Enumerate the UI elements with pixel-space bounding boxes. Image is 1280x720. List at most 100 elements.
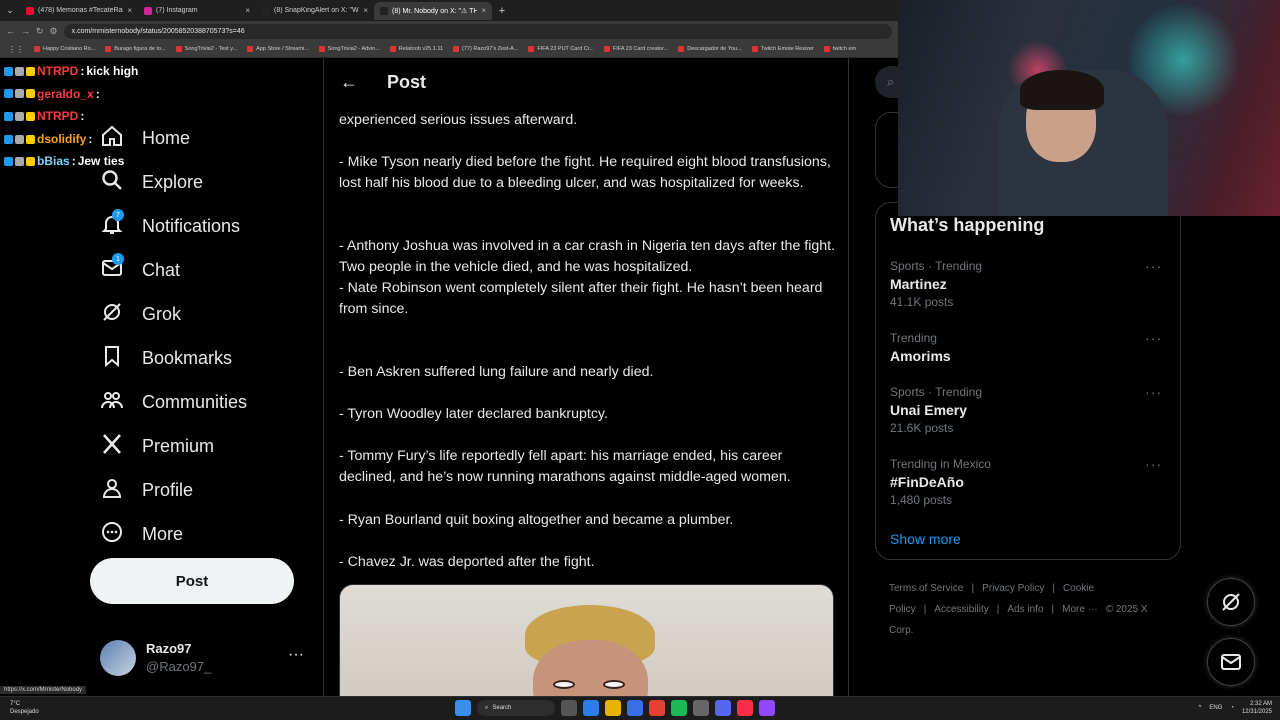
nav-item-communities[interactable]: Communities — [100, 380, 247, 424]
footer-link[interactable]: Terms of Service — [889, 583, 963, 594]
nav-item-chat[interactable]: 1 Chat — [100, 248, 247, 292]
nav-item-profile[interactable]: Profile — [100, 468, 247, 512]
bookmark-label: SongTrivia2 - Test y... — [184, 46, 238, 52]
account-handle: @Razo97_ — [146, 659, 212, 674]
apps-grid-icon[interactable]: ⋮⋮ — [8, 45, 24, 54]
back-arrow-icon[interactable]: ← — [340, 72, 358, 93]
account-more-icon[interactable]: ··· — [288, 646, 304, 664]
footer-link[interactable]: Accessibility — [934, 604, 988, 615]
clock[interactable]: 2:32 AM 12/31/2025 — [1242, 700, 1272, 716]
trend-more-icon[interactable]: ··· — [1145, 257, 1162, 275]
trend-more-icon[interactable]: ··· — [1145, 383, 1162, 401]
trend-item[interactable]: Sports · Trending Martinez 41.1K posts ··· — [890, 257, 1170, 311]
weather-widget[interactable]: 7°C Despejado — [10, 700, 39, 716]
bookmark-label: Burago figura de to... — [114, 46, 166, 52]
tab-list-menu-icon[interactable]: ⌄ — [0, 5, 20, 16]
bookmark-label: Relatoob v25.1.11 — [398, 46, 444, 52]
obs-icon[interactable] — [693, 700, 709, 716]
bookmark-item[interactable]: SongTrivia2 - Test y... — [175, 46, 238, 52]
bookmark-item[interactable]: Happy Cristiano Ro... — [34, 46, 95, 52]
language-indicator[interactable]: ENG — [1209, 705, 1222, 711]
chat-separator: : — [71, 154, 76, 169]
edge-icon[interactable] — [583, 700, 599, 716]
chat-badge-icon — [4, 89, 13, 99]
account-switcher[interactable]: Razo97 @Razo97_ ··· — [100, 638, 310, 678]
messages-fab-button[interactable] — [1207, 638, 1255, 686]
chat-badge-icon — [15, 89, 24, 99]
tab-close-icon[interactable]: × — [127, 6, 132, 15]
grok-fab-button[interactable] — [1207, 578, 1255, 626]
bookmark-item[interactable]: (77) Razo97's Zest-A... — [453, 46, 518, 52]
bookmark-item[interactable]: Twitch Emote Resizer — [751, 46, 814, 52]
tab-close-icon[interactable]: × — [481, 6, 486, 15]
bookmark-item[interactable]: App Store / Streami... — [247, 46, 309, 52]
trend-more-icon[interactable]: ··· — [1145, 455, 1162, 473]
browser-tab[interactable]: (478) Memorias #TecateRalNot × — [20, 2, 138, 20]
spotify-icon[interactable] — [671, 700, 687, 716]
chat-message: bBias : Jew ties — [4, 150, 138, 173]
nav-item-grok[interactable]: Grok — [100, 292, 247, 336]
post-column: ← Post experienced serious issues afterw… — [323, 58, 849, 696]
bookmark-favicon-icon — [247, 46, 254, 52]
reload-icon[interactable]: ↻ — [36, 26, 44, 37]
site-info-icon[interactable]: ⚙ — [50, 26, 58, 37]
more-circle-icon — [100, 520, 124, 549]
chat-separator: : — [80, 109, 85, 124]
twitch-icon[interactable] — [759, 700, 775, 716]
nav-item-bookmarks[interactable]: Bookmarks — [100, 336, 247, 380]
discord-icon[interactable] — [715, 700, 731, 716]
nav-item-premium[interactable]: Premium — [100, 424, 247, 468]
nav-item-notifications[interactable]: 7 Notifications — [100, 204, 247, 248]
footer-link[interactable]: More ··· — [1062, 604, 1098, 615]
bookmark-item[interactable]: Burago figura de to... — [105, 46, 166, 52]
trend-post-count: 21.6K posts — [890, 421, 954, 435]
nav-item-label: More — [142, 523, 184, 544]
webcam-overlay — [898, 0, 1280, 216]
chat-text: Jew ties — [77, 154, 125, 169]
trend-item[interactable]: Sports · Trending Unai Emery 21.6K posts ··… — [890, 383, 1170, 437]
trend-item[interactable]: Trending Amorims ··· — [890, 329, 1170, 365]
forward-nav-icon[interactable]: → — [21, 26, 30, 36]
nav-item-label: Profile — [142, 479, 194, 500]
browser-tab[interactable]: (8) SnapKingAlert on X: "Wha × — [256, 2, 374, 20]
browser-tab[interactable]: (7) Instagram × — [138, 2, 256, 20]
bookmark-item[interactable]: twitch em — [823, 46, 856, 52]
clock-time: 2:32 AM — [1249, 701, 1272, 707]
x-logo-icon — [100, 432, 124, 461]
bookmark-item[interactable]: Descargador de You... — [678, 46, 742, 52]
bookmark-item[interactable]: FIFA 23 PUT Card Cr... — [528, 46, 594, 52]
tray-chevron-icon[interactable]: ^ — [1199, 705, 1202, 711]
trend-name: Unai Emery — [890, 402, 968, 418]
wifi-icon[interactable]: ◔ — [1230, 705, 1234, 711]
trend-more-icon[interactable]: ··· — [1145, 329, 1162, 347]
post-media-image[interactable] — [339, 584, 834, 696]
tab-close-icon[interactable]: × — [363, 6, 368, 15]
bookmark-item[interactable]: FIFA 23 Card creator... — [603, 46, 668, 52]
show-more-link[interactable]: Show more — [890, 531, 961, 547]
url-field[interactable]: x.com/mrnisternobody/status/200585203887… — [63, 23, 892, 39]
trend-name: Martinez — [890, 276, 947, 292]
music-icon[interactable] — [737, 700, 753, 716]
taskbar-search[interactable]: ⌕ Search — [477, 700, 555, 716]
footer-link[interactable]: Ads info — [1007, 604, 1043, 615]
store-icon[interactable] — [627, 700, 643, 716]
bookmark-item[interactable]: SongTrivia2 - Advin... — [318, 46, 380, 52]
windows-taskbar: 7°C Despejado ⌕ Search ^ ENG ◔ 2:32 AM 12… — [0, 696, 1280, 720]
bookmark-icon — [100, 344, 124, 373]
new-tab-button[interactable]: + — [492, 5, 512, 17]
folder-icon[interactable] — [605, 700, 621, 716]
browser-tab[interactable]: (8) Mr. Nobody on X: "⚠ THE × — [374, 1, 492, 20]
nav-item-more[interactable]: More — [100, 512, 247, 556]
chrome-icon[interactable] — [649, 700, 665, 716]
back-nav-icon[interactable]: ← — [6, 26, 15, 36]
task-view-icon[interactable] — [561, 700, 577, 716]
search-icon: ⌕ — [887, 74, 895, 89]
post-button[interactable]: Post — [90, 558, 294, 604]
bookmark-item[interactable]: Relatoob v25.1.11 — [389, 46, 444, 52]
browser-tab-strip: ⌄ (478) Memorias #TecateRalNot×(7) Insta… — [0, 0, 900, 21]
start-icon[interactable] — [455, 700, 471, 716]
tab-favicon-icon — [262, 6, 270, 15]
tab-close-icon[interactable]: × — [245, 6, 250, 15]
footer-link[interactable]: Privacy Policy — [982, 583, 1044, 594]
trend-item[interactable]: Trending in Mexico #FinDeAño 1,480 posts ··… — [890, 455, 1170, 509]
